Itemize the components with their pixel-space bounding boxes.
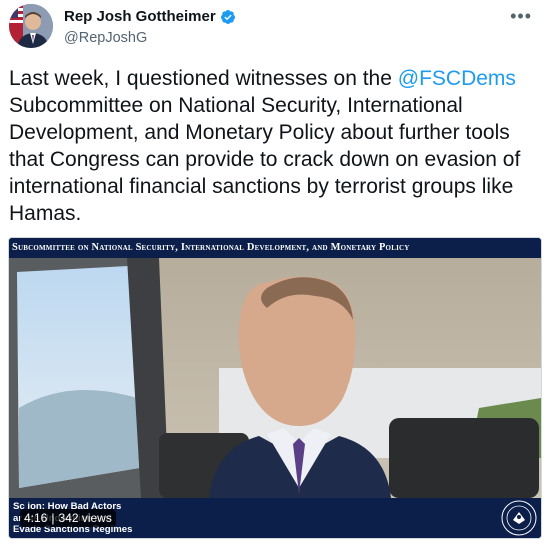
author-block: Rep Josh Gottheimer @RepJoshG [64,8,236,46]
tweet: Rep Josh Gottheimer @RepJoshG ••• Last w… [0,0,550,546]
verified-badge-icon [220,9,236,25]
mention-link[interactable]: @FSCDems [398,67,516,90]
more-options-icon[interactable]: ••• [510,6,532,27]
separator: | [51,511,55,525]
author-name[interactable]: Rep Josh Gottheimer [64,8,216,25]
video-banner: Subcommittee on National Security, Inter… [9,238,541,258]
video-frame [9,258,541,498]
video-stats-overlay: 4:16 | 342 views [20,509,116,527]
tweet-text-start: Last week, I questioned witnesses on the [9,67,398,90]
tweet-text-end: Subcommittee on National Security, Inter… [9,94,521,225]
video-views: 342 views [58,511,112,525]
congress-seal-icon [501,500,537,536]
avatar[interactable] [9,4,53,48]
avatar-image [9,4,53,48]
author-name-row: Rep Josh Gottheimer [64,8,236,25]
tweet-text: Last week, I questioned witnesses on the… [9,65,539,227]
author-handle[interactable]: @RepJoshG [64,30,236,46]
video-player[interactable]: Subcommittee on National Security, Inter… [8,237,542,539]
video-duration: 4:16 [24,511,48,525]
